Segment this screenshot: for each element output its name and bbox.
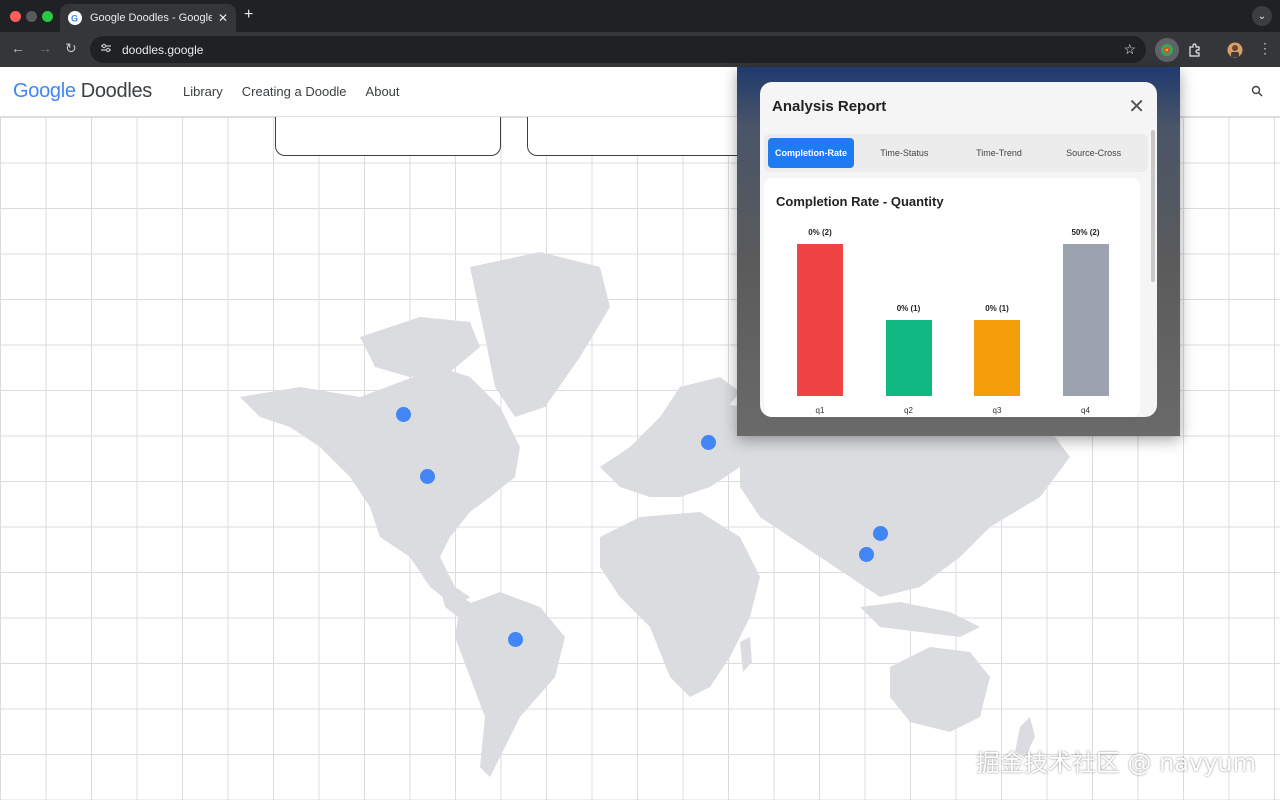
chart-value-label: 0% (1) (896, 304, 921, 313)
doodle-card[interactable] (275, 117, 501, 156)
site-nav: Library Creating a Doodle About (183, 84, 400, 99)
close-window-button[interactable] (10, 11, 21, 22)
chart-bar-q4[interactable] (1062, 244, 1109, 396)
browser-tab[interactable]: G Google Doodles - Google's S ✕ (60, 4, 236, 32)
panel-header: Analysis Report ✕ (760, 82, 1157, 130)
chart-title: Completion Rate - Quantity (776, 194, 944, 209)
map-marker[interactable] (701, 435, 716, 450)
new-tab-button[interactable]: + (244, 6, 253, 24)
forward-arrow-icon[interactable]: → (38, 40, 52, 56)
doodle-card[interactable] (527, 117, 753, 156)
watermark-text: 掘金技术社区 @ navyum (975, 749, 1256, 777)
chart-category-label: q1 (815, 406, 825, 415)
back-arrow-icon[interactable]: ← (11, 40, 25, 56)
map-marker[interactable] (396, 407, 411, 422)
chart-bar-q2[interactable] (885, 320, 932, 396)
tab-search-chevron-icon[interactable]: ⌄ (1252, 6, 1272, 26)
minimize-window-button[interactable] (26, 11, 37, 22)
chart-bar-q1[interactable] (797, 244, 843, 396)
map-marker[interactable] (859, 547, 874, 562)
panel-title: Analysis Report (772, 97, 887, 115)
maximize-window-button[interactable] (42, 11, 53, 22)
chart-category-label: q3 (992, 406, 1002, 415)
close-icon[interactable]: ✕ (1128, 94, 1145, 119)
address-bar[interactable]: doodles.google ☆ (90, 36, 1146, 63)
logo-doodles-text: Doodles (80, 80, 153, 102)
tab-completion-rate[interactable]: Completion-Rate (768, 138, 854, 168)
tab-time-status[interactable]: Time-Status (860, 138, 949, 168)
google-favicon-icon: G (68, 11, 82, 25)
nav-about[interactable]: About (366, 84, 400, 99)
analysis-extension-icon[interactable] (1155, 38, 1179, 62)
reload-icon[interactable]: ↻ (65, 40, 77, 57)
report-tabs: Completion-Rate Time-Status Time-Trend S… (764, 134, 1148, 172)
logo-google-text: Google (13, 80, 76, 102)
chart-category-label: q2 (904, 406, 913, 415)
url-text: doodles.google (122, 42, 204, 57)
tab-time-trend[interactable]: Time-Trend (955, 138, 1044, 168)
chart-value-label: 50% (2) (1071, 228, 1100, 237)
google-doodles-logo[interactable]: Google Doodles (13, 80, 152, 103)
tab-source-cross[interactable]: Source-Cross (1049, 138, 1138, 168)
browser-toolbar: ← → ↻ doodles.google ☆ ⋮ (0, 32, 1280, 67)
close-tab-icon[interactable]: ✕ (218, 11, 228, 25)
completion-rate-chart: Completion Rate - Quantity 0% (2) q1 0% (1… (764, 178, 1140, 417)
nav-creating-a-doodle[interactable]: Creating a Doodle (242, 84, 347, 99)
search-icon[interactable] (1251, 84, 1263, 102)
chart-value-label: 0% (2) (808, 228, 832, 237)
site-settings-icon[interactable] (100, 43, 112, 56)
profile-avatar[interactable] (1223, 38, 1247, 62)
analysis-report-panel: Analysis Report ✕ Completion-Rate Time-S… (760, 82, 1157, 417)
svg-text:G: G (71, 14, 78, 24)
nav-library[interactable]: Library (183, 84, 223, 99)
browser-tabbar: G Google Doodles - Google's S ✕ + ⌄ (0, 0, 1280, 32)
map-marker[interactable] (508, 632, 523, 647)
extensions-puzzle-icon[interactable] (1183, 38, 1207, 62)
bookmark-star-icon[interactable]: ☆ (1123, 41, 1136, 58)
map-marker[interactable] (420, 469, 435, 484)
tab-title: Google Doodles - Google's S (90, 12, 212, 24)
browser-menu-icon[interactable]: ⋮ (1258, 40, 1272, 57)
map-marker[interactable] (873, 526, 888, 541)
panel-scrollbar[interactable] (1151, 130, 1155, 282)
chart-category-label: q4 (1081, 406, 1090, 415)
chart-value-label: 0% (1) (985, 304, 1009, 313)
chart-bar-q3[interactable] (974, 320, 1020, 396)
